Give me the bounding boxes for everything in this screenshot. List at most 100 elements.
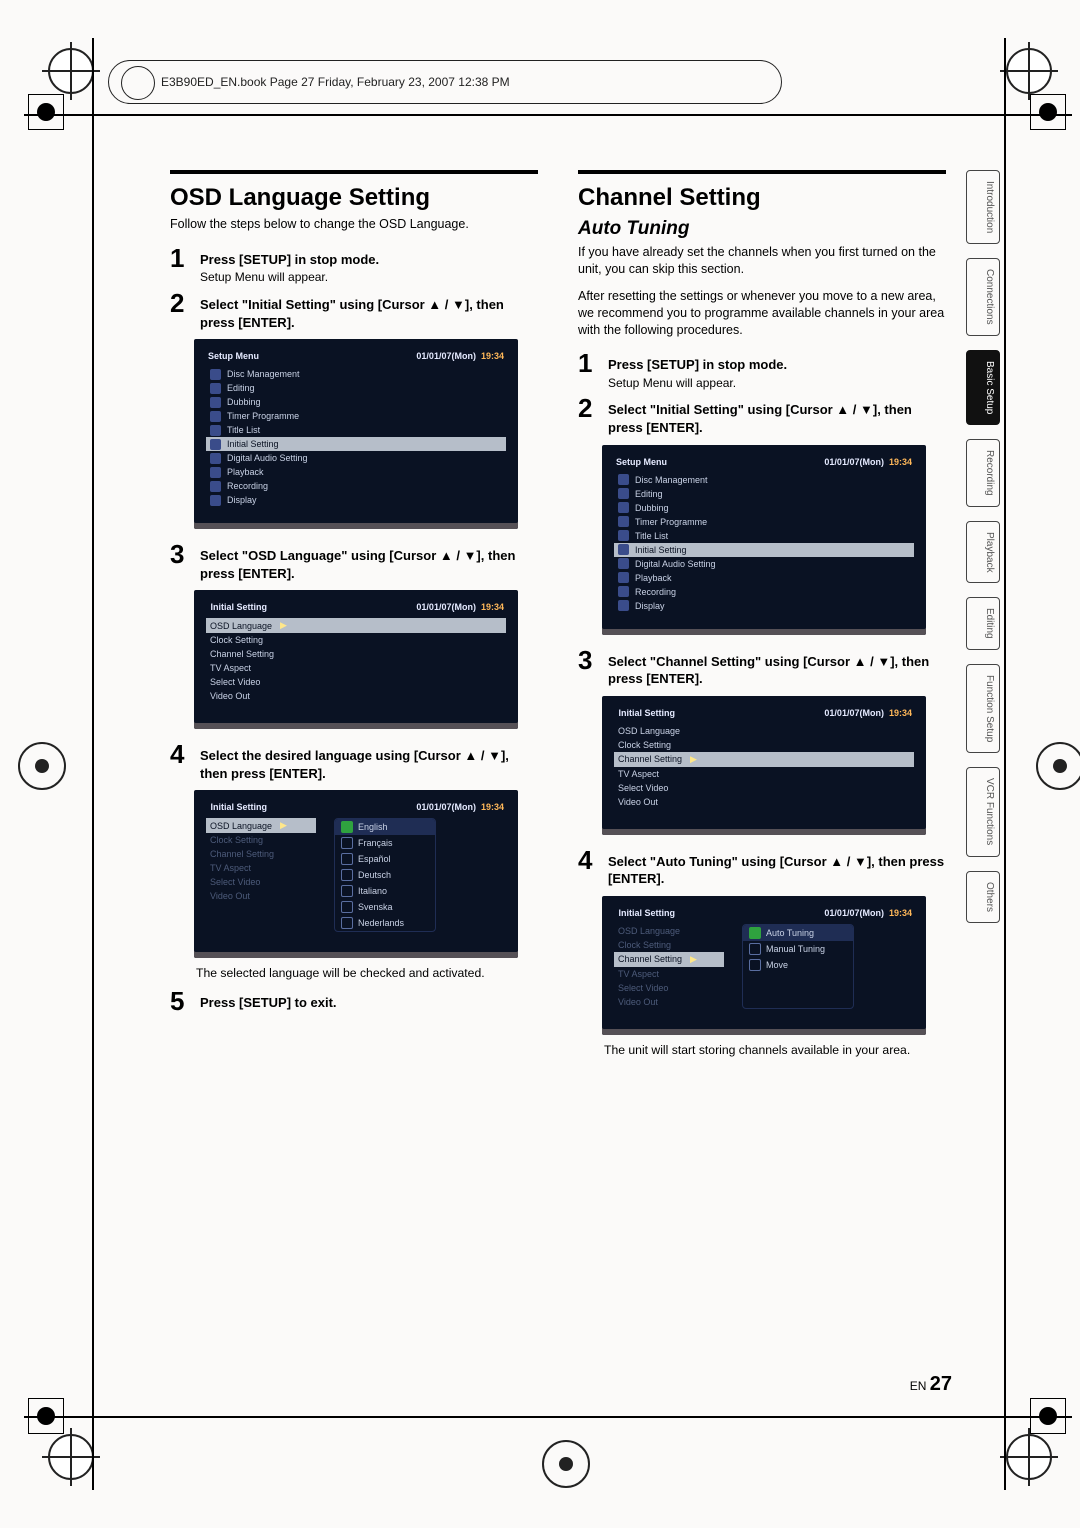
step-number: 3 (578, 647, 600, 688)
checkbox-icon (341, 837, 353, 849)
menu-item-label: Video Out (210, 891, 250, 901)
initial-setting-osd-screenshot: Initial Setting 01/01/07(Mon) 19:34 OSD … (194, 590, 518, 729)
tv-time: 19:34 (889, 708, 912, 718)
tv-title: Initial Setting (211, 602, 268, 612)
step-4: 4 Select "Auto Tuning" using [Cursor ▲ /… (578, 847, 946, 888)
menu-item-icon (618, 488, 629, 499)
menu-item: Channel Setting▶ (614, 752, 914, 767)
menu-item-label: Select Video (618, 983, 668, 993)
auto-tuning-lead-2: After resetting the settings or whenever… (578, 288, 946, 339)
step-number: 2 (170, 290, 192, 331)
osd-language-options-screenshot: Initial Setting 01/01/07(Mon) 19:34 OSD … (194, 790, 518, 958)
menu-item-icon (210, 495, 221, 506)
menu-item: Clock Setting (614, 738, 914, 752)
option-item: Nederlands (335, 915, 435, 931)
menu-item-label: Dubbing (227, 397, 261, 407)
menu-item: Timer Programme (614, 515, 914, 529)
menu-item: Channel Setting (206, 847, 316, 861)
step-number: 3 (170, 541, 192, 582)
menu-item: Digital Audio Setting (206, 451, 506, 465)
cursor-right-icon: ▶ (278, 620, 289, 631)
menu-item-label: Clock Setting (210, 635, 263, 645)
menu-item-label: Channel Setting (618, 754, 682, 764)
step-bold: Select the desired language using [Curso… (200, 748, 509, 781)
menu-item-icon (210, 467, 221, 478)
menu-item-label: Recording (635, 587, 676, 597)
menu-item-label: Title List (635, 531, 668, 541)
option-label: English (358, 822, 388, 832)
menu-item-label: Video Out (618, 997, 658, 1007)
option-item: Move (743, 957, 853, 973)
checkbox-icon (341, 917, 353, 929)
menu-item-icon (210, 439, 221, 450)
menu-item: TV Aspect (614, 967, 724, 981)
option-item: Français (335, 835, 435, 851)
step-1: 1 Press [SETUP] in stop mode. Setup Menu… (578, 350, 946, 391)
menu-item-label: OSD Language (618, 726, 680, 736)
menu-item: Video Out (206, 689, 506, 703)
channel-setting-options-screenshot: Initial Setting 01/01/07(Mon) 19:34 OSD … (602, 896, 926, 1035)
menu-item-label: TV Aspect (210, 863, 251, 873)
tv-title: Initial Setting (619, 908, 676, 918)
tv-date: 01/01/07(Mon) (416, 602, 476, 612)
menu-item-label: Channel Setting (210, 649, 274, 659)
option-label: Nederlands (358, 918, 404, 928)
menu-item: Dubbing (206, 395, 506, 409)
menu-item: Recording (206, 479, 506, 493)
menu-item-label: TV Aspect (210, 663, 251, 673)
checkbox-icon (341, 821, 353, 833)
menu-item-label: Channel Setting (210, 849, 274, 859)
menu-item-label: Dubbing (635, 503, 669, 513)
menu-item: Recording (614, 585, 914, 599)
menu-item: Display (614, 599, 914, 613)
menu-item: Video Out (614, 995, 724, 1009)
channel-setting-heading: Channel Setting (578, 184, 946, 212)
menu-item: Select Video (206, 675, 506, 689)
tv-date: 01/01/07(Mon) (416, 351, 476, 361)
menu-item-icon (210, 383, 221, 394)
setup-menu-screenshot: Setup Menu 01/01/07(Mon) 19:34 Disc Mana… (194, 339, 518, 529)
menu-item: TV Aspect (206, 661, 506, 675)
cursor-right-icon: ▶ (688, 954, 699, 965)
tv-time: 19:34 (481, 602, 504, 612)
step-bold: Press [SETUP] to exit. (200, 995, 337, 1010)
step-bold: Select "Auto Tuning" using [Cursor ▲ / ▼… (608, 854, 944, 887)
menu-item: Initial Setting (614, 543, 914, 557)
step-number: 4 (170, 741, 192, 782)
checkbox-icon (749, 927, 761, 939)
menu-item: Video Out (614, 795, 914, 809)
menu-item: Select Video (206, 875, 316, 889)
menu-item-label: Disc Management (227, 369, 300, 379)
menu-item-label: Initial Setting (227, 439, 279, 449)
option-item: Auto Tuning (743, 925, 853, 941)
tv-date: 01/01/07(Mon) (416, 802, 476, 812)
step-number: 2 (578, 395, 600, 436)
step-bold: Select "Channel Setting" using [Cursor ▲… (608, 654, 929, 687)
section-rule (578, 170, 946, 174)
menu-item-icon (210, 411, 221, 422)
menu-item-label: Playback (227, 467, 264, 477)
tv-title: Initial Setting (619, 708, 676, 718)
step-2: 2 Select "Initial Setting" using [Cursor… (578, 395, 946, 436)
menu-item: Editing (614, 487, 914, 501)
menu-item-icon (210, 397, 221, 408)
option-label: Svenska (358, 902, 393, 912)
menu-item: Title List (206, 423, 506, 437)
checkbox-icon (341, 901, 353, 913)
option-label: Français (358, 838, 393, 848)
menu-item-icon (618, 516, 629, 527)
menu-item: Video Out (206, 889, 316, 903)
menu-item-label: Playback (635, 573, 672, 583)
step-5: 5 Press [SETUP] to exit. (170, 988, 538, 1014)
auto-tuning-subheading: Auto Tuning (578, 218, 946, 240)
step-1: 1 Press [SETUP] in stop mode. Setup Menu… (170, 245, 538, 286)
tv-date: 01/01/07(Mon) (824, 457, 884, 467)
menu-item-label: Video Out (618, 797, 658, 807)
option-item: Deutsch (335, 867, 435, 883)
step-3: 3 Select "Channel Setting" using [Cursor… (578, 647, 946, 688)
menu-item-label: Display (635, 601, 665, 611)
option-label: Deutsch (358, 870, 391, 880)
step-number: 1 (170, 245, 192, 286)
option-item: English (335, 819, 435, 835)
menu-item: OSD Language (614, 924, 724, 938)
